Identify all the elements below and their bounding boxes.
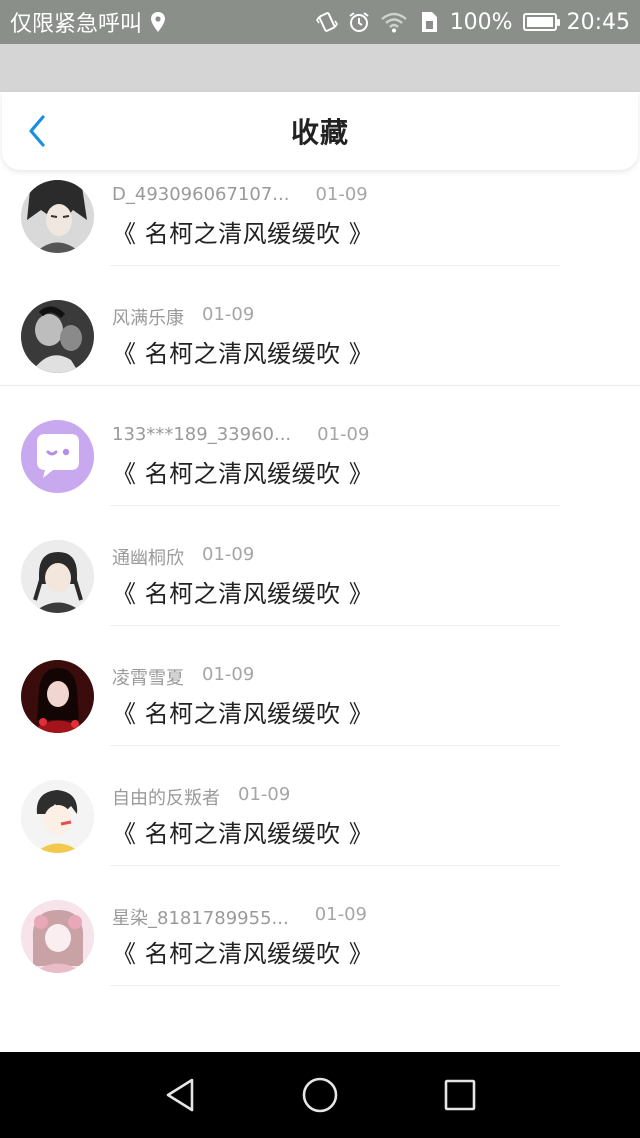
item-meta: D_493096067107... 01-09 [112,184,368,205]
user-avatar[interactable] [21,660,94,733]
sim-icon [418,10,440,34]
item-meta: 凌霄雪夏 01-09 [112,664,254,690]
item-date: 01-09 [202,304,255,325]
status-right: 100% 20:45 [315,9,630,35]
book-title[interactable]: 《 名柯之清风缓缓吹 》 [112,334,373,369]
carrier-text: 仅限紧急呼叫 [10,12,143,37]
wifi-icon [380,11,408,33]
user-avatar[interactable] [21,900,94,973]
nav-back-button[interactable] [150,1065,210,1125]
chevron-left-icon [29,115,45,147]
home-circle-icon [302,1077,338,1113]
item-date: 01-09 [317,424,370,445]
favorites-list-inner: 《 名柯之清风缓缓吹 》 D_493096067107... 01-09 《 名柯之清… [0,92,640,986]
status-bar: 仅限紧急呼叫 100% 20:45 [0,0,640,44]
alarm-icon [348,11,370,33]
battery-fill [526,17,553,27]
user-name[interactable]: 星染_8181789955... [112,904,289,930]
user-name[interactable]: D_493096067107... [112,184,289,205]
user-avatar[interactable] [21,420,94,493]
user-name[interactable]: 133***189_33960... [112,424,291,445]
favorite-item[interactable]: 自由的反叛者 01-09 《 名柯之清风缓缓吹 》 [0,746,640,866]
vibrate-icon [315,11,338,33]
back-button[interactable] [22,115,52,147]
item-date: 01-09 [315,184,368,205]
item-date: 01-09 [238,784,291,805]
user-name[interactable]: 风满乐康 [112,304,184,330]
nav-home-button[interactable] [290,1065,350,1125]
user-avatar[interactable] [21,780,94,853]
favorite-item[interactable]: 凌霄雪夏 01-09 《 名柯之清风缓缓吹 》 [0,626,640,746]
user-avatar[interactable] [21,180,94,253]
battery-percent: 100% [449,9,513,35]
user-name[interactable]: 通幽桐欣 [112,544,184,570]
item-meta: 自由的反叛者 01-09 [112,784,290,810]
favorite-item[interactable]: 风满乐康 01-09 《 名柯之清风缓缓吹 》 [0,266,640,386]
item-date: 01-09 [202,544,255,565]
user-avatar[interactable] [21,300,94,373]
user-avatar[interactable] [21,540,94,613]
item-date: 01-09 [202,664,255,685]
favorites-list[interactable]: 《 名柯之清风缓缓吹 》 D_493096067107... 01-09 《 名柯之清… [0,92,640,1052]
clock: 20:45 [566,9,630,35]
favorite-item[interactable]: 通幽桐欣 01-09 《 名柯之清风缓缓吹 》 [0,506,640,626]
item-meta: 133***189_33960... 01-09 [112,424,369,445]
book-title[interactable]: 《 名柯之清风缓缓吹 》 [112,934,373,969]
user-name[interactable]: 自由的反叛者 [112,784,220,810]
navigation-bar [0,1052,640,1138]
item-meta: 通幽桐欣 01-09 [112,544,254,570]
item-date: 01-09 [314,904,367,925]
status-left: 仅限紧急呼叫 [10,6,166,38]
battery-icon [522,13,560,31]
recents-square-icon [444,1079,476,1111]
favorite-item[interactable]: 133***189_33960... 01-09 《 名柯之清风缓缓吹 》 [0,386,640,506]
book-title[interactable]: 《 名柯之清风缓缓吹 》 [112,814,373,849]
book-title[interactable]: 《 名柯之清风缓缓吹 》 [112,454,373,489]
item-meta: 风满乐康 01-09 [112,304,254,330]
nav-recents-button[interactable] [430,1065,490,1125]
book-title[interactable]: 《 名柯之清风缓缓吹 》 [112,574,373,609]
header: 收藏 [2,92,638,170]
user-name[interactable]: 凌霄雪夏 [112,664,184,690]
page-title: 收藏 [290,116,349,149]
top-gray-strip [0,44,640,92]
book-title[interactable]: 《 名柯之清风缓缓吹 》 [112,694,373,729]
back-triangle-icon [166,1078,194,1112]
book-title[interactable]: 《 名柯之清风缓缓吹 》 [112,214,373,249]
favorite-item[interactable]: 星染_8181789955... 01-09 《 名柯之清风缓缓吹 》 [0,866,640,986]
item-meta: 星染_8181789955... 01-09 [112,904,367,930]
location-icon [150,11,166,33]
